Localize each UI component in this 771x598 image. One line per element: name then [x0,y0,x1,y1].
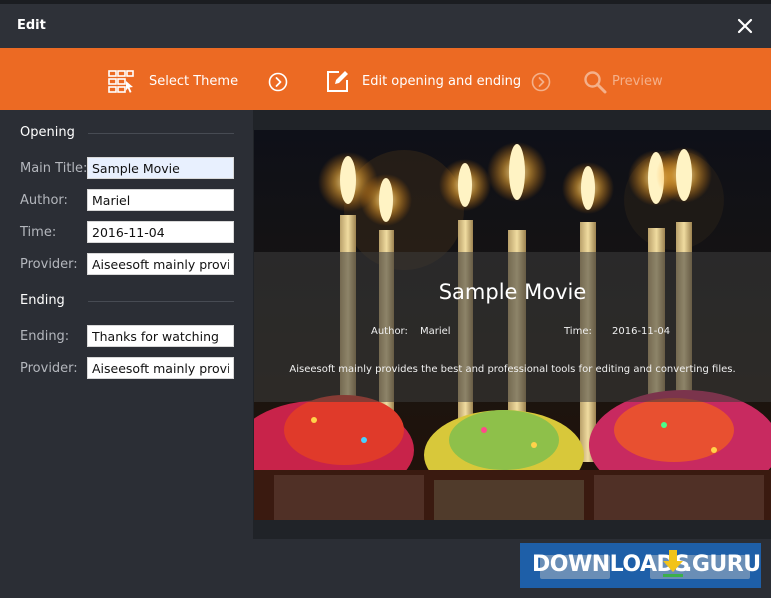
ending-heading: Ending [20,293,65,308]
close-icon[interactable] [734,15,756,37]
divider [88,301,234,302]
preview-movie-title: Sample Movie [438,280,587,304]
main-title-label: Main Title: [20,161,88,176]
wizard-steps: Select Theme Edit opening and ending Pre… [0,48,771,110]
title-overlay [254,252,771,402]
opening-provider-label: Provider: [20,257,78,272]
search-icon [584,71,607,94]
time-field[interactable] [87,221,234,243]
preview-author-label: Author: [371,326,408,337]
preview-time-value: 2016-11-04 [612,326,671,337]
time-label: Time: [20,225,57,240]
step-preview: Preview [612,74,663,89]
opening-provider-field[interactable] [87,253,234,275]
preview-time-label: Time: [564,326,592,337]
ending-provider-label: Provider: [20,361,78,376]
author-field[interactable] [87,189,234,211]
ending-field[interactable] [87,325,234,347]
preview-author-value: Mariel [420,326,451,337]
edit-icon[interactable] [326,69,350,93]
select-theme-icon[interactable] [108,70,134,94]
preview-description: Aiseesoft mainly provides the best and p… [289,364,736,375]
dialog-title: Edit [17,18,46,33]
edit-dialog: Edit Select Theme Edit opening and endin… [0,0,771,598]
step-edit-opening-ending[interactable]: Edit opening and ending [362,74,521,89]
watermark-text-right: .GURU [684,552,761,577]
download-arrow-icon [663,550,683,577]
watermark-banner: DOWNLOADS .GURU [520,543,761,588]
divider [88,133,234,134]
ending-label: Ending: [20,329,70,344]
main-title-field[interactable] [87,157,234,179]
title-bar: Edit [0,4,771,48]
author-label: Author: [20,193,68,208]
step-select-theme[interactable]: Select Theme [149,74,238,89]
settings-panel: Opening Main Title: Author: Time: Provid… [0,110,253,539]
chevron-right-icon [531,72,551,92]
chevron-right-icon [268,72,288,92]
ending-provider-field[interactable] [87,357,234,379]
opening-heading: Opening [20,125,75,140]
preview-image: Sample Movie Author: Mariel Time: 2016-1… [254,130,771,520]
